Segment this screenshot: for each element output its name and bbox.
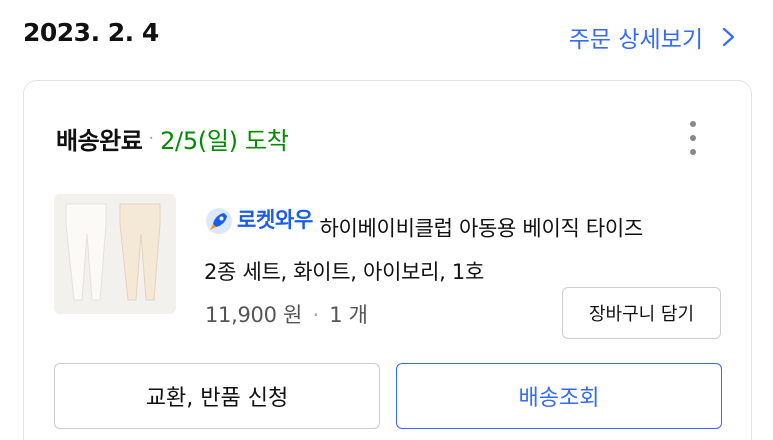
delivery-status: 배송완료 [56, 127, 143, 155]
order-detail-link[interactable]: 주문 상세보기 [569, 20, 739, 54]
add-to-cart-button[interactable]: 장바구니 담기 [562, 287, 721, 339]
status-separator: · [148, 128, 155, 149]
product-name-line1: 하이베이비클럽 아동용 베이직 타이즈 [319, 216, 643, 241]
more-options-button[interactable] [683, 121, 703, 155]
more-vertical-icon [690, 121, 696, 127]
tights-image [54, 194, 176, 314]
product-thumbnail[interactable] [54, 194, 176, 314]
track-delivery-button[interactable]: 배송조회 [396, 363, 722, 429]
product-title[interactable]: 로켓와우 하이베이비클럽 아동용 베이직 타이즈 2종 세트, 화이트, 아이보… [204, 199, 724, 294]
rocket-icon [206, 207, 232, 234]
price-row: 11,900 원 · 1 개 [205, 299, 368, 329]
chevron-right-icon [722, 27, 735, 47]
quantity: 1 개 [329, 303, 368, 327]
rocket-wow-badge: 로켓와우 [204, 199, 313, 242]
badge-label: 로켓와우 [237, 208, 314, 232]
order-detail-link-label: 주문 상세보기 [568, 27, 703, 53]
price: 11,900 원 [205, 303, 303, 327]
quantity-separator: · [312, 303, 319, 327]
order-date: 2023. 2. 4 [23, 18, 159, 47]
exchange-return-button[interactable]: 교환, 반품 신청 [54, 363, 380, 429]
arrival-date: 2/5(일) 도착 [160, 127, 289, 155]
product-name-line2: 2종 세트, 화이트, 아이보리, 1호 [204, 259, 484, 284]
delivery-status-row: 배송완료 · 2/5(일) 도착 [56, 121, 289, 156]
order-card: 배송완료 · 2/5(일) 도착 로켓와우 하이베이비클럽 아동용 베이직 타이… [23, 80, 752, 440]
